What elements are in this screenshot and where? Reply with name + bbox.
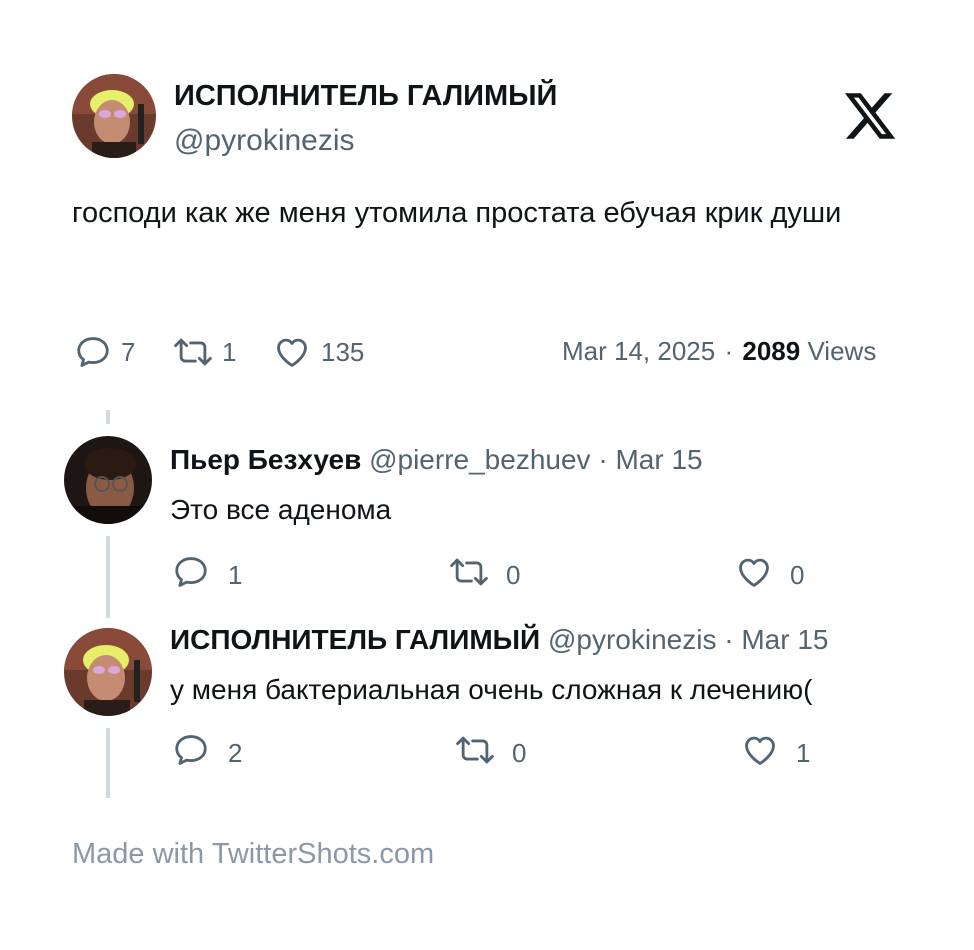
reply-count: 7 bbox=[121, 336, 136, 367]
thread-line-top bbox=[106, 410, 110, 424]
reply-author-name[interactable]: ИСПОЛНИТЕЛЬ ГАЛИМЫЙ bbox=[170, 624, 540, 655]
reply-author-handle[interactable]: @pyrokinezis bbox=[548, 624, 716, 655]
footer-credit[interactable]: Made with TwitterShots.com bbox=[72, 838, 434, 871]
author-name[interactable]: ИСПОЛНИТЕЛЬ ГАЛИМЫЙ bbox=[174, 80, 557, 113]
tweet-date[interactable]: Mar 14, 2025 bbox=[562, 336, 715, 366]
thread-line-mid bbox=[106, 536, 110, 618]
like-count: 0 bbox=[790, 560, 805, 590]
retweet-count: 1 bbox=[222, 336, 237, 367]
retweet-stat[interactable]: 0 bbox=[446, 553, 520, 598]
thread-line-bottom bbox=[106, 728, 110, 798]
reply-separator: · bbox=[724, 624, 734, 655]
like-stat[interactable]: 0 bbox=[734, 553, 804, 598]
reply-text: Это все аденома bbox=[170, 494, 392, 525]
reply-author-handle[interactable]: @pierre_bezhuev bbox=[369, 444, 590, 475]
tweet-text: господи как же меня утомила простата ебу… bbox=[72, 197, 842, 229]
views-label: Views bbox=[807, 336, 877, 366]
reply-icon bbox=[172, 731, 210, 776]
reply-header: Пьер Безхуев @pierre_bezhuev · Mar 15 bbox=[170, 444, 703, 476]
like-stat[interactable]: 135 bbox=[272, 333, 364, 371]
reply-date[interactable]: Mar 15 bbox=[615, 444, 702, 475]
like-count: 135 bbox=[321, 336, 365, 367]
reply-stat[interactable]: 7 bbox=[74, 333, 135, 371]
retweet-stat[interactable]: 0 bbox=[452, 731, 526, 776]
retweet-count: 0 bbox=[512, 738, 527, 768]
reply-header: ИСПОЛНИТЕЛЬ ГАЛИМЫЙ @pyrokinezis · Mar 1… bbox=[170, 624, 829, 656]
author-handle[interactable]: @pyrokinezis bbox=[174, 124, 355, 158]
tweet-meta: Mar 14, 2025 · 2089 Views bbox=[562, 336, 876, 367]
views-count: 2089 bbox=[742, 336, 801, 366]
reply-avatar[interactable] bbox=[64, 436, 152, 524]
heart-icon bbox=[734, 553, 774, 598]
meta-separator: · bbox=[724, 336, 734, 366]
retweet-icon bbox=[170, 333, 216, 371]
like-stat[interactable]: 1 bbox=[740, 731, 810, 776]
reply-separator: · bbox=[598, 444, 608, 475]
retweet-stat[interactable]: 1 bbox=[170, 333, 236, 371]
reply-date[interactable]: Mar 15 bbox=[741, 624, 828, 655]
x-logo-icon[interactable] bbox=[842, 88, 898, 144]
reply-count: 2 bbox=[228, 738, 243, 768]
reply-stat[interactable]: 2 bbox=[172, 731, 242, 776]
reply-text: у меня бактериальная очень сложная к леч… bbox=[170, 674, 813, 705]
heart-icon bbox=[272, 333, 312, 371]
author-avatar[interactable] bbox=[72, 74, 156, 158]
retweet-count: 0 bbox=[506, 560, 521, 590]
reply-icon bbox=[74, 333, 112, 371]
reply-count: 1 bbox=[228, 560, 243, 590]
retweet-icon bbox=[452, 731, 498, 776]
retweet-icon bbox=[446, 553, 492, 598]
reply-avatar[interactable] bbox=[64, 628, 152, 716]
like-count: 1 bbox=[796, 738, 811, 768]
heart-icon bbox=[740, 731, 780, 776]
reply-stat[interactable]: 1 bbox=[172, 553, 242, 598]
reply-icon bbox=[172, 553, 210, 598]
reply-author-name[interactable]: Пьер Безхуев bbox=[170, 444, 361, 475]
